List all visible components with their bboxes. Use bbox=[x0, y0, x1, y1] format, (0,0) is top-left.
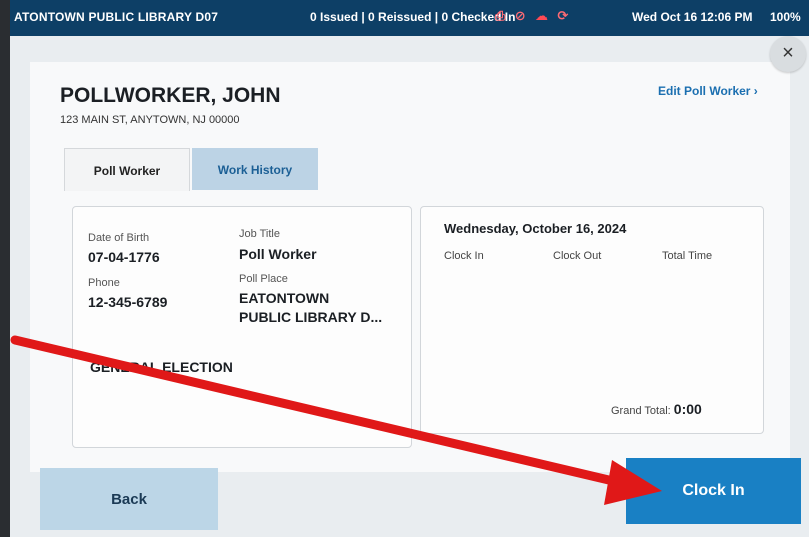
app-screen: ATONTOWN PUBLIC LIBRARY D07 0 Issued | 0… bbox=[0, 0, 809, 537]
worker-address: 123 MAIN ST, ANYTOWN, NJ 00000 bbox=[60, 114, 240, 126]
edit-poll-worker-link[interactable]: Edit Poll Worker › bbox=[658, 84, 758, 98]
tab-poll-worker[interactable]: Poll Worker bbox=[64, 148, 190, 191]
location-label: ATONTOWN PUBLIC LIBRARY D07 bbox=[14, 10, 219, 24]
election-value: GENERAL ELECTION bbox=[90, 359, 233, 375]
close-icon: × bbox=[782, 42, 794, 64]
poll-place-value-line1: EATONTOWN bbox=[239, 290, 330, 306]
job-title-value: Poll Worker bbox=[239, 246, 317, 262]
battery-level: 100% bbox=[770, 10, 801, 24]
job-title-label: Job Title bbox=[239, 228, 280, 240]
status-bar: ATONTOWN PUBLIC LIBRARY D07 0 Issued | 0… bbox=[10, 0, 809, 36]
dob-value: 07-04-1776 bbox=[88, 249, 160, 265]
col-total-time: Total Time bbox=[662, 250, 713, 262]
blocked-icon: ⊘ bbox=[514, 8, 526, 23]
grand-total-label: Grand Total: bbox=[611, 405, 671, 417]
poll-place-value-line2: PUBLIC LIBRARY D... bbox=[239, 309, 383, 325]
back-button[interactable]: Back bbox=[40, 468, 218, 530]
phone-value: 12-345-6789 bbox=[88, 294, 168, 310]
timesheet-panel bbox=[420, 206, 764, 434]
timesheet-date: Wednesday, October 16, 2024 bbox=[444, 221, 627, 236]
printer-icon: ⎙ bbox=[495, 8, 506, 23]
cloud-error-icon: ☁ bbox=[535, 8, 548, 23]
col-clock-in: Clock In bbox=[444, 250, 484, 262]
ballot-counts: 0 Issued | 0 Reissued | 0 Checked In bbox=[310, 10, 516, 24]
worker-name: POLLWORKER, JOHN bbox=[60, 84, 281, 107]
close-button[interactable]: × bbox=[770, 36, 806, 72]
clock-in-button[interactable]: Clock In bbox=[626, 458, 801, 524]
date-time: Wed Oct 16 12:06 PM bbox=[632, 10, 753, 24]
dob-label: Date of Birth bbox=[88, 232, 150, 244]
status-icons: ⎙ ⊘ ☁ ⟳ bbox=[495, 8, 574, 24]
grand-total: Grand Total: 0:00 bbox=[611, 401, 702, 417]
phone-label: Phone bbox=[88, 277, 120, 289]
col-clock-out: Clock Out bbox=[553, 250, 602, 262]
poll-place-label: Poll Place bbox=[239, 273, 288, 285]
tab-work-history[interactable]: Work History bbox=[192, 148, 318, 190]
sync-icon: ⟳ bbox=[557, 8, 569, 23]
grand-total-value: 0:00 bbox=[673, 401, 702, 417]
